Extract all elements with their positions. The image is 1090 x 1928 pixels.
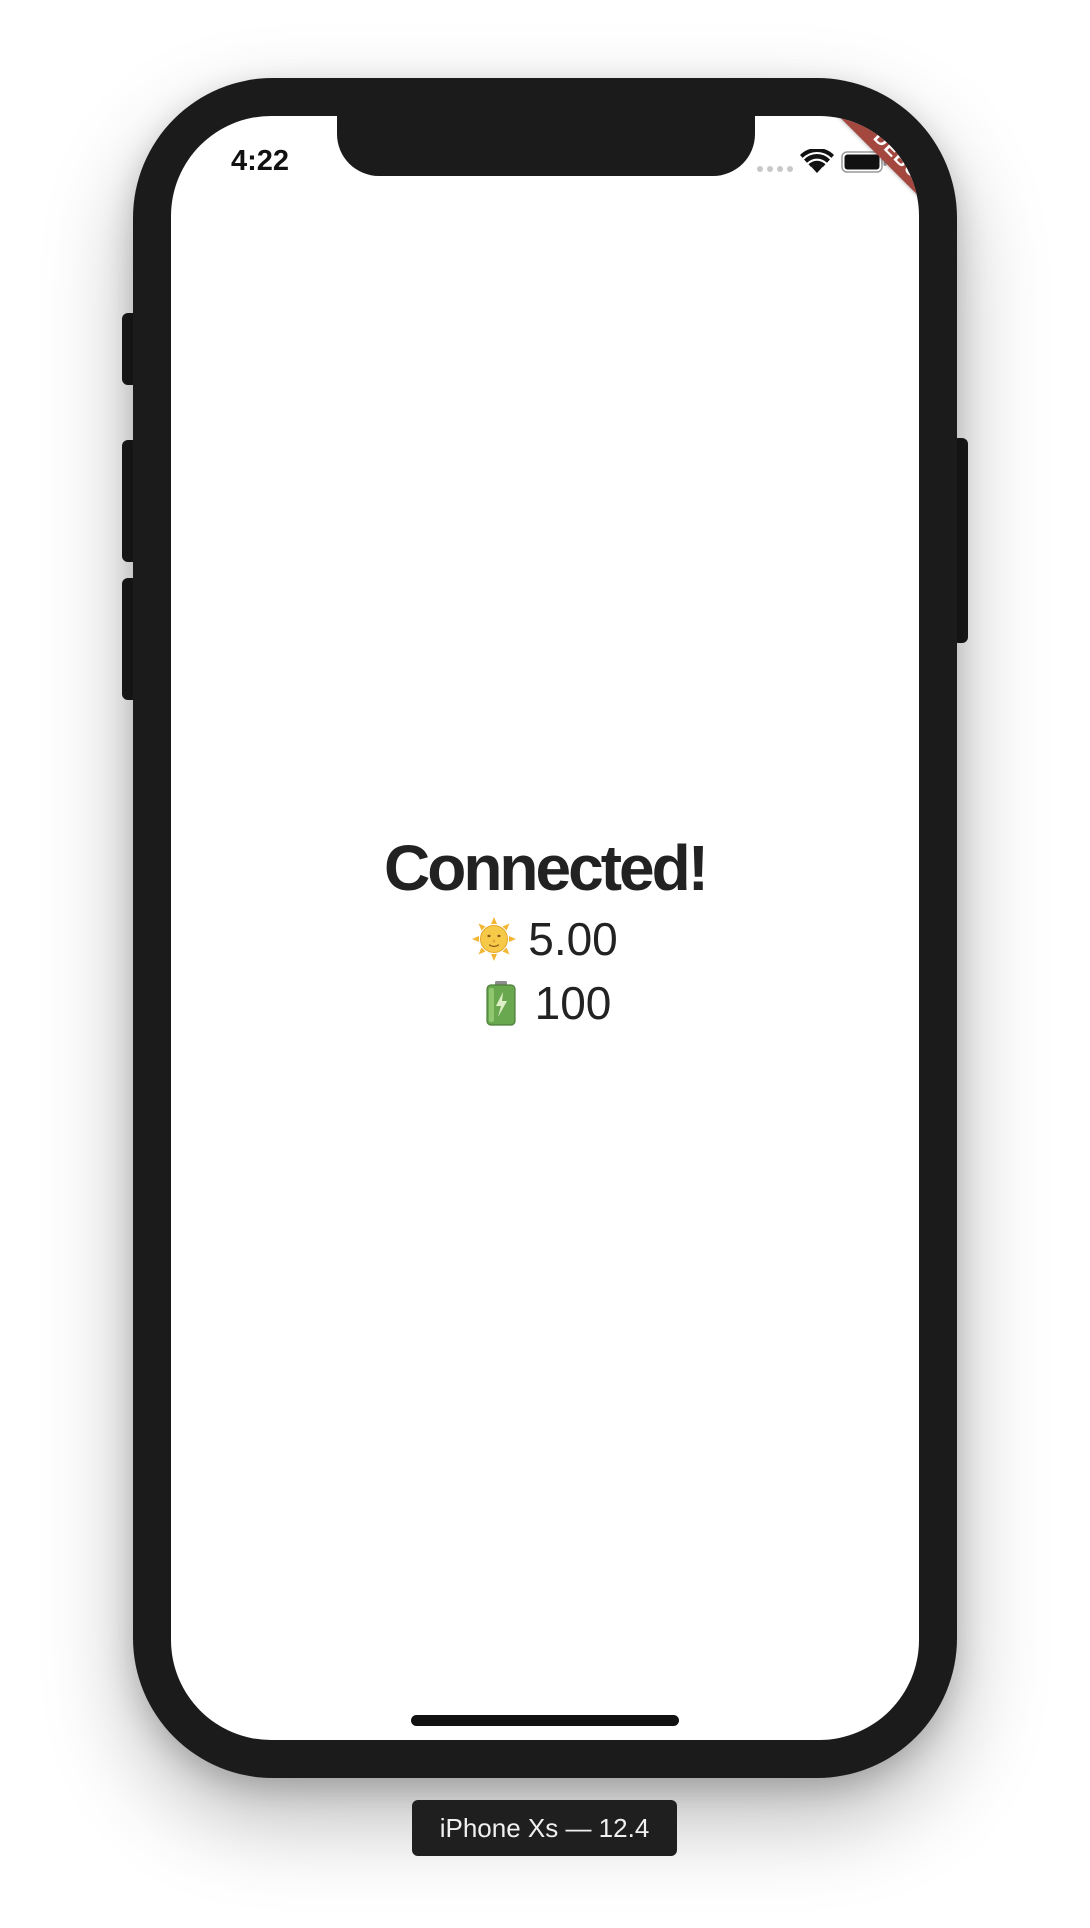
battery-icon <box>486 981 516 1026</box>
main-content: Connected! 5.00 100 <box>171 829 919 1035</box>
status-time: 4:22 <box>231 145 290 177</box>
sun-icon <box>472 917 517 961</box>
light-reading-row: 5.00 <box>171 907 919 971</box>
light-reading-value: 5.00 <box>528 913 618 965</box>
app-screen: 4:22 DEBUG Connected! 5.00 100 <box>171 116 919 1740</box>
battery-reading-row: 100 <box>171 971 919 1035</box>
battery-reading-value: 100 <box>534 977 612 1029</box>
connection-status-title: Connected! <box>384 832 709 904</box>
home-indicator[interactable] <box>411 1715 679 1726</box>
cellular-signal-icon <box>757 166 793 172</box>
notch <box>337 116 755 176</box>
device-label: iPhone Xs — 12.4 <box>412 1800 677 1856</box>
wifi-icon <box>800 149 834 173</box>
